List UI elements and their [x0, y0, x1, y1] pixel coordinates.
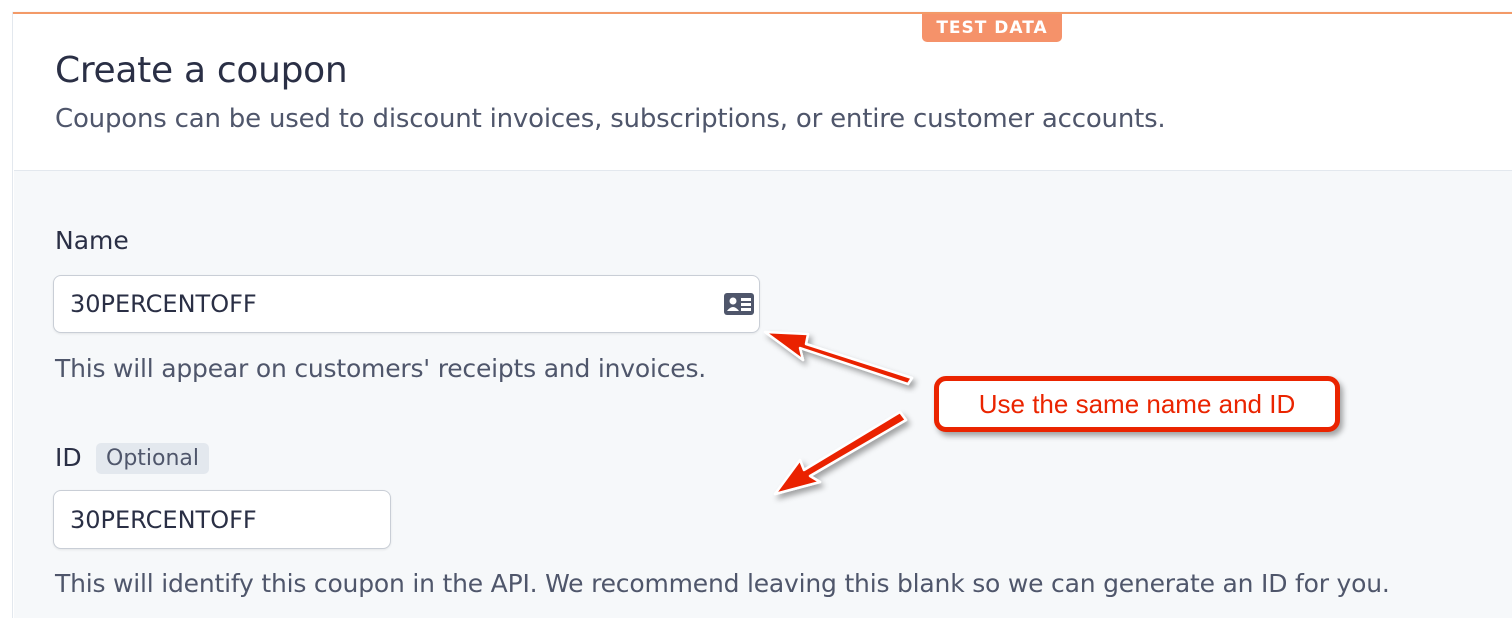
contact-card-icon[interactable]: [723, 292, 755, 316]
id-field[interactable]: [53, 490, 391, 549]
modal-header: Create a coupon Coupons can be used to d…: [14, 14, 1512, 171]
page: Create a coupon Coupons can be used to d…: [0, 0, 1512, 618]
page-title: Create a coupon: [55, 50, 348, 91]
page-subtitle: Coupons can be used to discount invoices…: [55, 104, 1166, 134]
name-field[interactable]: [53, 275, 760, 333]
id-helper-text: This will identify this coupon in the AP…: [55, 569, 1390, 598]
id-label: ID: [55, 443, 82, 472]
test-data-badge: TEST DATA: [922, 14, 1062, 42]
annotation-callout: Use the same name and ID: [934, 376, 1340, 432]
optional-badge: Optional: [96, 443, 210, 474]
id-input[interactable]: [70, 491, 386, 548]
name-input[interactable]: [70, 276, 705, 332]
name-helper-text: This will appear on customers' receipts …: [55, 354, 707, 383]
name-label: Name: [55, 226, 129, 255]
